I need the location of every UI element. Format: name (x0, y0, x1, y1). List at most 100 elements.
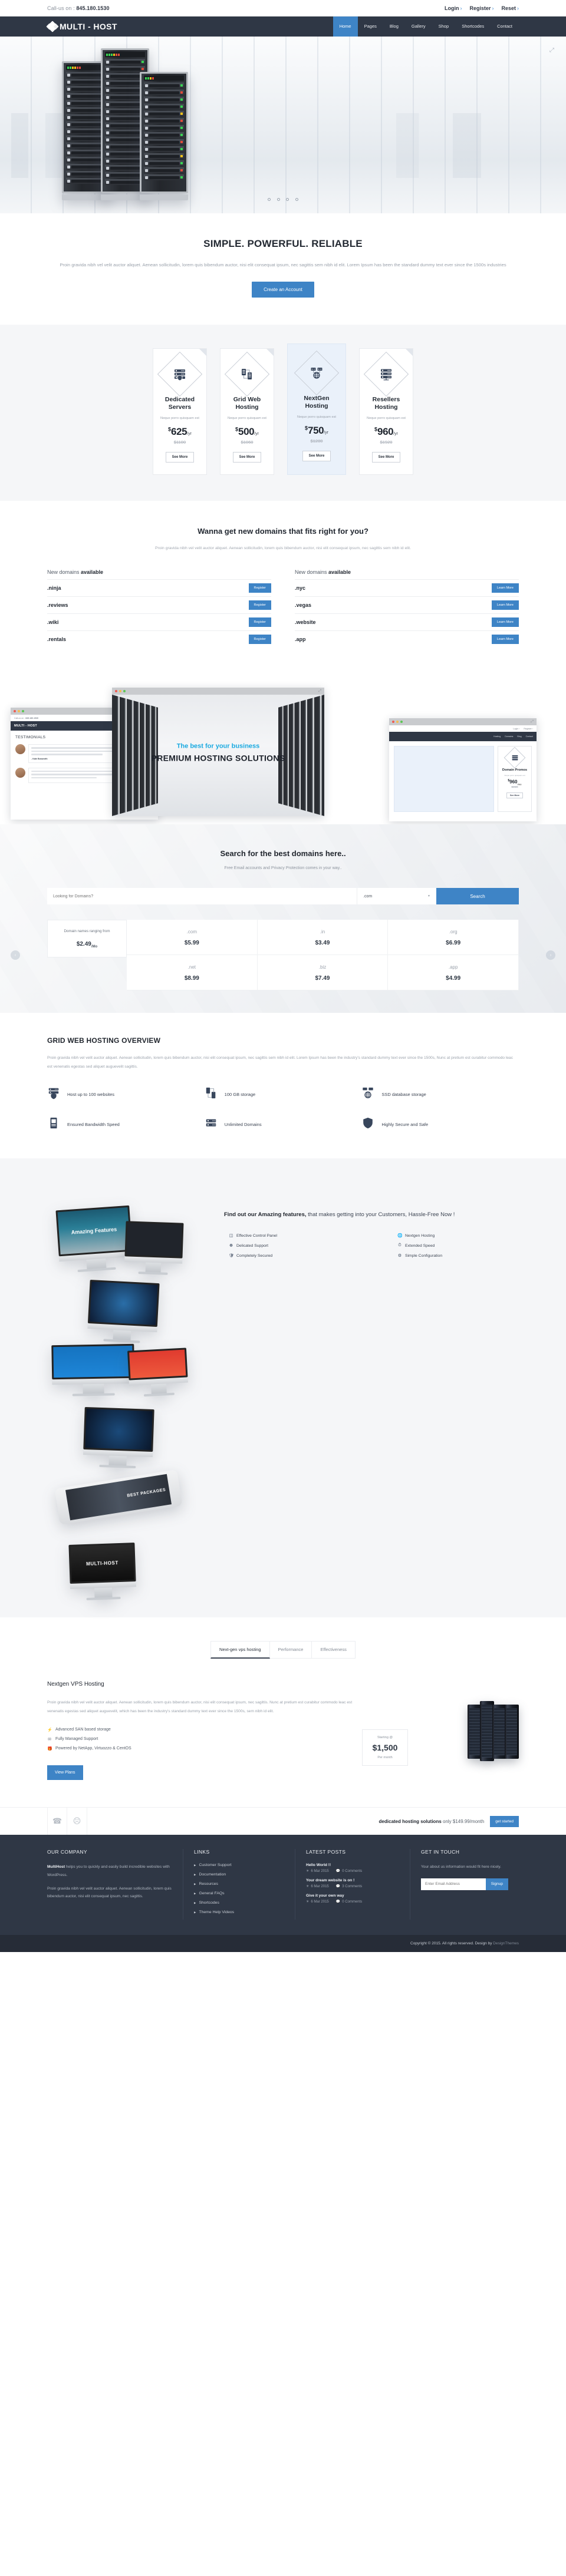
tld-cell[interactable]: .com $5.99 (127, 920, 258, 956)
topbar: Call-us on : 845.180.1530 Login › Registe… (0, 0, 566, 16)
nav-item-contact[interactable]: Contact (491, 16, 519, 37)
domains-column-right: New domains available .nyc Learn More .v… (295, 569, 519, 648)
see-more-button[interactable]: See More (165, 452, 195, 463)
tld-cell[interactable]: .net $8.99 (127, 955, 258, 991)
footer-link-general-faqs[interactable]: ▶ General FAQs (194, 1891, 284, 1895)
nav-item-shop[interactable]: Shop (432, 16, 456, 37)
plan-price: $750/yr (292, 425, 341, 437)
search-input[interactable] (47, 888, 357, 905)
pricing-card-nextgen-hosting[interactable]: NextGen Hosting Neque porro quisquam est… (287, 343, 346, 475)
tld-cell[interactable]: .org $6.99 (388, 920, 519, 956)
search-button[interactable]: Search (436, 888, 519, 905)
server-tower (505, 1705, 519, 1759)
logo[interactable]: MULTI - HOST (46, 21, 117, 32)
tld-cell[interactable]: .in $3.49 (257, 920, 389, 956)
footer-link-theme-help-videos[interactable]: ▶ Theme Help Videos (194, 1910, 284, 1914)
footer-link-shortcodes[interactable]: ▶ Shortcodes (194, 1901, 284, 1905)
register-link[interactable]: Register › (469, 5, 493, 11)
tab-performance[interactable]: Performance (269, 1641, 312, 1659)
footer-link-customer-support[interactable]: ▶ Customer Support (194, 1863, 284, 1867)
footer-post[interactable]: Give it your own way ☀ 6 Mar 2015 💬 0 Comm… (306, 1894, 399, 1904)
register-button[interactable]: Register (248, 635, 271, 645)
diamond-logo-icon (46, 21, 59, 32)
expand-icon[interactable]: ⤢ (549, 47, 554, 54)
tld-price-carousel: ‹ Domain names ranging from $2.49/Mo .co… (11, 920, 555, 991)
learn-more-button[interactable]: Learn More (491, 600, 519, 610)
pricing-card-grid-web-hosting[interactable]: Grid Web Hosting Neque porro quisquam es… (220, 348, 274, 475)
search-title: Search for the best domains here.. (220, 849, 346, 858)
slider-dot[interactable] (277, 198, 280, 201)
footer-post[interactable]: Hello World !! ☀ 6 Mar 2015 💬 0 Comments (306, 1863, 399, 1873)
nav-item-pages[interactable]: Pages (358, 16, 383, 37)
vps-bullets: ⚡ Advanced SAN based storage ✉ Fully Man… (47, 1728, 360, 1751)
learn-more-button[interactable]: Learn More (491, 635, 519, 645)
nav-item-gallery[interactable]: Gallery (405, 16, 432, 37)
domain-row: .rentals Register (47, 630, 271, 648)
domain-promos-card: Domain Promos Neque porro quisquam est $… (498, 746, 532, 813)
mini-brand: MULTI - HOST (14, 724, 37, 728)
comment-icon: 💬 (335, 1900, 341, 1904)
speed-icon: ⏱ (398, 1243, 402, 1248)
pricing-card-dedicated-servers[interactable]: Dedicated Servers Neque porro quisquam e… (153, 348, 207, 475)
carousel-next-button[interactable]: › (546, 950, 555, 960)
learn-more-button[interactable]: Learn More (491, 583, 519, 593)
slider-dot[interactable] (295, 198, 298, 201)
slider-dot[interactable] (268, 198, 271, 201)
nav-item-shortcodes[interactable]: Shortcodes (455, 16, 491, 37)
device-screen-text: Amazing Features (71, 1226, 117, 1236)
feature-item-secured: 🛡 Completely Secured (229, 1253, 397, 1259)
register-button[interactable]: Register (248, 600, 271, 610)
slider-dots[interactable] (0, 193, 566, 204)
create-account-button[interactable]: Create an Account (252, 281, 314, 298)
tld-price: $7.49 (315, 975, 330, 982)
shield-icon: 🛡 (229, 1254, 234, 1259)
see-more-button[interactable]: See More (232, 452, 262, 463)
view-plans-button[interactable]: View Plans (47, 1765, 83, 1781)
vps-panel: Nextgen VPS Hosting Proin gravida nibh v… (47, 1681, 519, 1781)
price-amount: 500 (238, 426, 255, 438)
reset-link[interactable]: Reset › (501, 5, 519, 11)
login-link[interactable]: Login › (445, 5, 462, 11)
see-more-button[interactable]: See More (371, 452, 401, 463)
headset-icon[interactable]: ☹ (67, 1808, 87, 1835)
see-more-button[interactable]: See More (302, 451, 331, 462)
footer-links: ▶ Customer Support ▶ Documentation ▶ Resour… (194, 1863, 284, 1914)
chevron-down-icon: ▼ (427, 894, 430, 899)
get-started-button[interactable]: get started (490, 1815, 519, 1827)
pricing-card-resellers-hosting[interactable]: Resellers Hosting Neque porro quisquam e… (359, 348, 413, 475)
footer-link-label: Customer Support (199, 1863, 232, 1868)
nav-item-home[interactable]: Home (333, 16, 358, 39)
designer-link[interactable]: DesignThemes (493, 1941, 519, 1946)
footer-col-title: LINKS (194, 1849, 210, 1855)
slider-dot[interactable] (286, 198, 289, 201)
footer-link-label: General FAQs (199, 1891, 225, 1896)
server-rack (140, 72, 188, 200)
footer-link-documentation[interactable]: ▶ Documentation (194, 1872, 284, 1877)
showcase-title: PREMIUM HOSTING SOLUTIONS (151, 753, 285, 763)
features-list: ◫ Effective Control Panel 🌐 Nextgen Host… (224, 1233, 566, 1259)
phone-icon[interactable]: ☎ (47, 1808, 67, 1835)
carousel-prev-button[interactable]: ‹ (11, 950, 20, 960)
signup-button[interactable]: Signup (485, 1878, 508, 1890)
post-date: ☀ 6 Mar 2015 (306, 1884, 329, 1889)
tab-effectiveness[interactable]: Effectiveness (312, 1641, 356, 1659)
footer-link-resources[interactable]: ▶ Resources (194, 1882, 284, 1886)
footer-post[interactable]: Your dream website is on ! ☀ 6 Mar 2015 💬… (306, 1878, 399, 1888)
tld-price: $8.99 (184, 975, 199, 982)
domain-row: .wiki Register (47, 613, 271, 630)
plan-name: Resellers Hosting (372, 395, 400, 411)
tab-next-gen-vps-hosting[interactable]: Next-gen vps hosting (210, 1641, 270, 1659)
register-button[interactable]: Register (248, 583, 271, 593)
tld-cell[interactable]: .app $4.99 (388, 955, 519, 991)
post-date: ☀ 6 Mar 2015 (306, 1869, 329, 1874)
features-section: Amazing Features BEST PACKAGES MULTI-HOS… (0, 1158, 566, 1618)
tld-select[interactable]: .com ▼ (357, 888, 436, 905)
nav-item-blog[interactable]: Blog (383, 16, 405, 37)
learn-more-button[interactable]: Learn More (491, 617, 519, 628)
email-input[interactable] (421, 1878, 486, 1890)
globe-servers-icon (361, 1086, 374, 1102)
tld-cell[interactable]: .biz $7.49 (257, 955, 389, 991)
mini-nav-links: Hosting Domains Blog Contact (493, 735, 533, 738)
register-button[interactable]: Register (248, 617, 271, 628)
domains-title: Wanna get new domains that fits right fo… (198, 527, 368, 536)
